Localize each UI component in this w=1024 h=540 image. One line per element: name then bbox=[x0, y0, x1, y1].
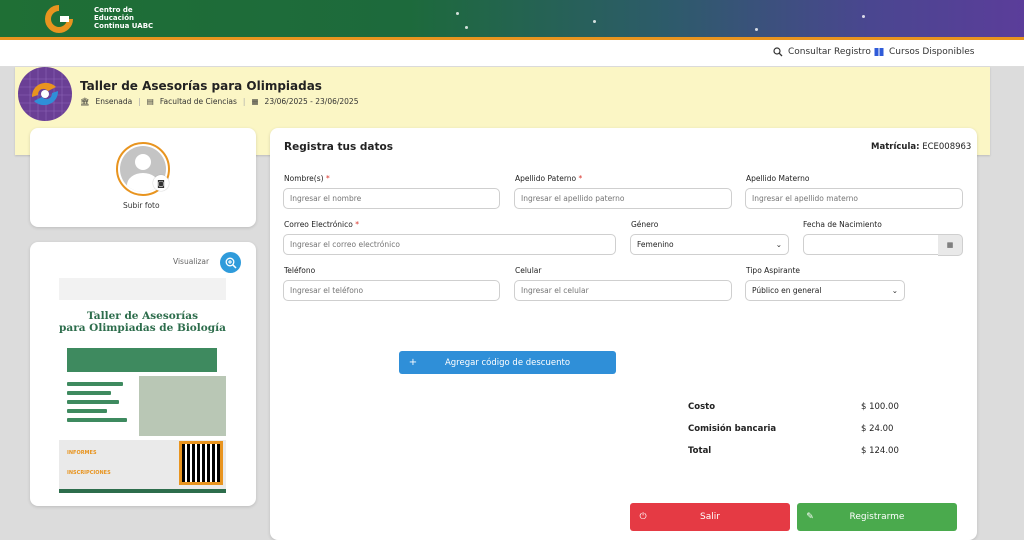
correo-input[interactable] bbox=[283, 234, 616, 255]
visualizar-label[interactable]: Visualizar bbox=[173, 257, 209, 266]
faculty-icon: ▤ bbox=[146, 97, 154, 106]
poster-description-block bbox=[67, 348, 217, 372]
course-dates: 23/06/2025 - 23/06/2025 bbox=[264, 97, 359, 106]
poster-details bbox=[67, 382, 147, 427]
meta-divider: | bbox=[242, 97, 246, 106]
tipo-aspirante-label: Tipo Aspirante bbox=[746, 266, 801, 275]
chevron-down-icon: ⌄ bbox=[775, 240, 782, 249]
course-emblem-icon bbox=[18, 67, 72, 121]
genero-select[interactable]: Femenino ⌄ bbox=[630, 234, 789, 255]
poster-title-line1: Taller de Asesorías bbox=[86, 310, 199, 322]
matricula: Matrícula: ECE008963 bbox=[871, 142, 971, 152]
org-name-line3: Continua UABC bbox=[94, 22, 154, 30]
celular-input[interactable] bbox=[514, 280, 732, 301]
power-icon: ⏻ bbox=[639, 512, 647, 522]
tipo-aspirante-value: Público en general bbox=[752, 286, 822, 295]
org-name: Centro de Educación Continua UABC bbox=[94, 6, 153, 30]
cursos-disponibles-label: Cursos Disponibles bbox=[889, 47, 975, 57]
chevron-down-icon: ⌄ bbox=[891, 286, 898, 295]
top-header-bar: Centro de Educación Continua UABC bbox=[0, 0, 1024, 40]
search-icon bbox=[773, 47, 783, 57]
course-meta: 🏛 Ensenada | ▤ Facultad de Ciencias | ▦ … bbox=[80, 97, 358, 106]
apellido-materno-label: Apellido Materno bbox=[746, 174, 810, 183]
meta-divider: | bbox=[138, 97, 141, 106]
org-name-line1: Centro de bbox=[94, 6, 133, 14]
add-discount-code-button[interactable]: + Agregar código de descuento bbox=[399, 351, 616, 374]
poster-inscripciones-label: INSCRIPCIONES bbox=[67, 470, 111, 476]
poster-informes-label: INFORMES bbox=[67, 450, 97, 456]
tipo-aspirante-select[interactable]: Público en general ⌄ bbox=[745, 280, 905, 301]
camera-icon[interactable]: ◙ bbox=[153, 175, 169, 191]
plus-icon: + bbox=[408, 357, 418, 368]
comision-value: $ 24.00 bbox=[861, 424, 894, 434]
calendar-icon: ▦ bbox=[946, 241, 954, 249]
org-name-line2: Educación bbox=[94, 14, 134, 22]
book-icon bbox=[874, 48, 884, 56]
registrarme-label: Registrarme bbox=[849, 512, 905, 522]
cursos-disponibles-link[interactable]: Cursos Disponibles bbox=[874, 47, 974, 57]
poster-bottom-bar bbox=[59, 489, 226, 493]
decor-star bbox=[755, 28, 758, 31]
nombre-input[interactable] bbox=[283, 188, 500, 209]
decor-star bbox=[862, 15, 865, 18]
costo-label: Costo bbox=[688, 402, 716, 412]
poster-informes: INFORMES INSCRIPCIONES bbox=[67, 450, 111, 476]
poster-photo bbox=[139, 376, 226, 436]
course-title: Taller de Asesorías para Olimpiadas bbox=[80, 79, 322, 93]
registrarme-button[interactable]: ✎ Registrarme bbox=[797, 503, 957, 531]
decor-star bbox=[465, 26, 468, 29]
poster-title: Taller de Asesorías para Olimpiadas de B… bbox=[59, 310, 226, 334]
decor-star bbox=[593, 20, 596, 23]
poster-title-line2: para Olimpiadas de Biología bbox=[59, 322, 226, 334]
course-faculty: Facultad de Ciencias bbox=[159, 97, 237, 106]
telefono-input[interactable] bbox=[283, 280, 500, 301]
qr-code-icon bbox=[179, 441, 223, 485]
celular-label: Celular bbox=[515, 266, 542, 275]
nav-bar: Consultar Registro Cursos Disponibles bbox=[0, 40, 1024, 67]
form-title: Registra tus datos bbox=[284, 141, 393, 153]
telefono-label: Teléfono bbox=[284, 266, 316, 275]
calendar-picker-button[interactable]: ▦ bbox=[938, 234, 963, 256]
consultar-registro-label: Consultar Registro bbox=[788, 47, 871, 57]
pencil-icon: ✎ bbox=[806, 512, 814, 522]
course-poster-image[interactable]: Taller de Asesorías para Olimpiadas de B… bbox=[59, 278, 226, 493]
zoom-in-icon bbox=[225, 257, 237, 269]
total-value: $ 124.00 bbox=[861, 446, 899, 456]
comision-label: Comisión bancaria bbox=[688, 424, 777, 434]
genero-value: Femenino bbox=[637, 240, 674, 249]
calendar-icon: ▦ bbox=[251, 97, 259, 106]
poster-header bbox=[59, 278, 226, 300]
salir-label: Salir bbox=[700, 512, 720, 522]
matricula-value: ECE008963 bbox=[922, 142, 972, 152]
apellido-paterno-label: Apellido Paterno * bbox=[515, 174, 583, 183]
fecha-nacimiento-label: Fecha de Nacimiento bbox=[803, 220, 882, 229]
decor-star bbox=[456, 12, 459, 15]
salir-button[interactable]: ⏻ Salir bbox=[630, 503, 790, 531]
campus-icon: 🏛 bbox=[80, 97, 90, 106]
course-campus: Ensenada bbox=[95, 97, 133, 106]
costo-value: $ 100.00 bbox=[861, 402, 899, 412]
nombre-label: Nombre(s) * bbox=[284, 174, 330, 183]
add-discount-code-label: Agregar código de descuento bbox=[444, 357, 571, 368]
zoom-in-button[interactable] bbox=[220, 252, 241, 273]
apellido-materno-input[interactable] bbox=[745, 188, 963, 209]
total-label: Total bbox=[688, 446, 712, 456]
course-logo bbox=[18, 67, 72, 121]
correo-label: Correo Electrónico * bbox=[284, 220, 359, 229]
matricula-label: Matrícula: bbox=[871, 142, 920, 152]
upload-photo-label[interactable]: Subir foto bbox=[123, 201, 160, 210]
apellido-paterno-input[interactable] bbox=[514, 188, 732, 209]
fecha-nacimiento-input[interactable] bbox=[803, 234, 939, 255]
consultar-registro-link[interactable]: Consultar Registro bbox=[773, 47, 871, 57]
genero-label: Género bbox=[631, 220, 659, 229]
uabc-logo-icon bbox=[45, 5, 73, 33]
